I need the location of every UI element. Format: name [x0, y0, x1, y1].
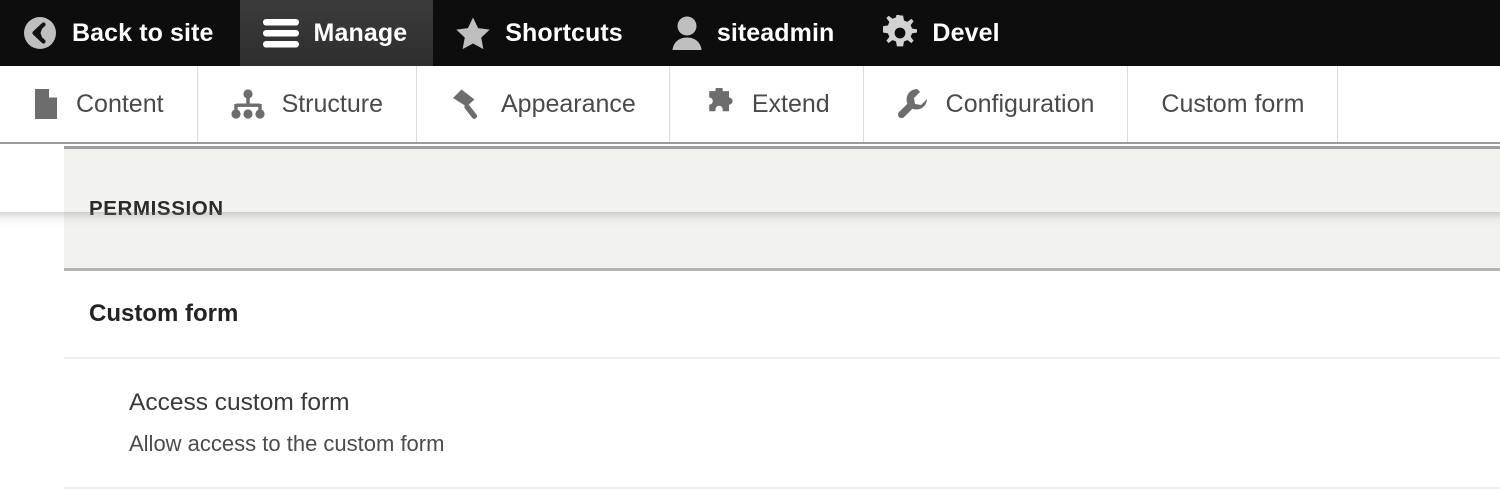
table-row: Access custom form Allow access to the c… — [64, 358, 1500, 489]
menu-item-label: Structure — [281, 89, 383, 118]
table-row-module-group: Custom form — [64, 269, 1500, 359]
toolbar-item-back-to-site[interactable]: Back to site — [0, 0, 240, 66]
menu-item-content[interactable]: Content — [0, 66, 198, 142]
toolbar-item-label: Back to site — [72, 18, 214, 47]
toolbar-item-label: Shortcuts — [505, 18, 623, 47]
admin-menu-bar: Content Structure Appearance Extend Conf… — [0, 66, 1500, 226]
menu-item-label: Content — [76, 89, 164, 118]
paint-brush-icon — [450, 88, 484, 120]
menu-item-configuration[interactable]: Configuration — [864, 66, 1129, 142]
wrench-icon — [897, 88, 929, 120]
toolbar-item-devel[interactable]: Devel — [860, 0, 1025, 66]
permissions-table-head: PERMISSION — [64, 146, 1500, 271]
module-group-label: Custom form — [64, 269, 1500, 359]
menu-item-appearance[interactable]: Appearance — [417, 66, 670, 142]
menu-item-extend[interactable]: Extend — [670, 66, 864, 142]
menu-item-label: Appearance — [501, 89, 636, 118]
menu-item-custom-form[interactable]: Custom form — [1128, 66, 1339, 142]
permissions-table-body: Custom form Access custom form Allow acc… — [64, 269, 1500, 489]
toolbar-item-siteadmin[interactable]: siteadmin — [649, 0, 861, 66]
user-person-icon — [671, 15, 703, 51]
admin-toolbar: Back to site Manage Shortcuts siteadmin — [0, 0, 1500, 66]
puzzle-piece-icon — [703, 88, 735, 120]
permission-title: Access custom form — [129, 389, 350, 417]
toolbar-item-label: Manage — [313, 18, 408, 47]
gear-icon — [882, 15, 918, 51]
menu-item-structure[interactable]: Structure — [198, 66, 417, 142]
hamburger-menu-icon — [262, 17, 300, 49]
toolbar-item-label: Devel — [932, 18, 1000, 47]
site-structure-tree-icon — [230, 89, 265, 119]
permission-description: Allow access to the custom form — [129, 430, 445, 456]
menu-item-label: Extend — [751, 89, 830, 118]
file-document-icon — [33, 88, 59, 120]
page-content: PERMISSION Custom form Access custom for… — [0, 144, 1500, 498]
star-icon — [455, 16, 491, 51]
menu-item-label: Custom form — [1161, 89, 1305, 118]
column-header-permission: PERMISSION — [64, 146, 1500, 271]
permissions-table: PERMISSION Custom form Access custom for… — [64, 146, 1500, 489]
permission-cell: Access custom form Allow access to the c… — [64, 358, 1500, 489]
menu-item-label: Configuration — [945, 89, 1095, 118]
toolbar-item-label: siteadmin — [716, 18, 835, 47]
toolbar-item-shortcuts[interactable]: Shortcuts — [433, 0, 649, 66]
table-header-row: PERMISSION — [64, 146, 1500, 271]
back-arrow-circle-icon — [22, 15, 58, 51]
toolbar-item-manage[interactable]: Manage — [239, 0, 434, 66]
